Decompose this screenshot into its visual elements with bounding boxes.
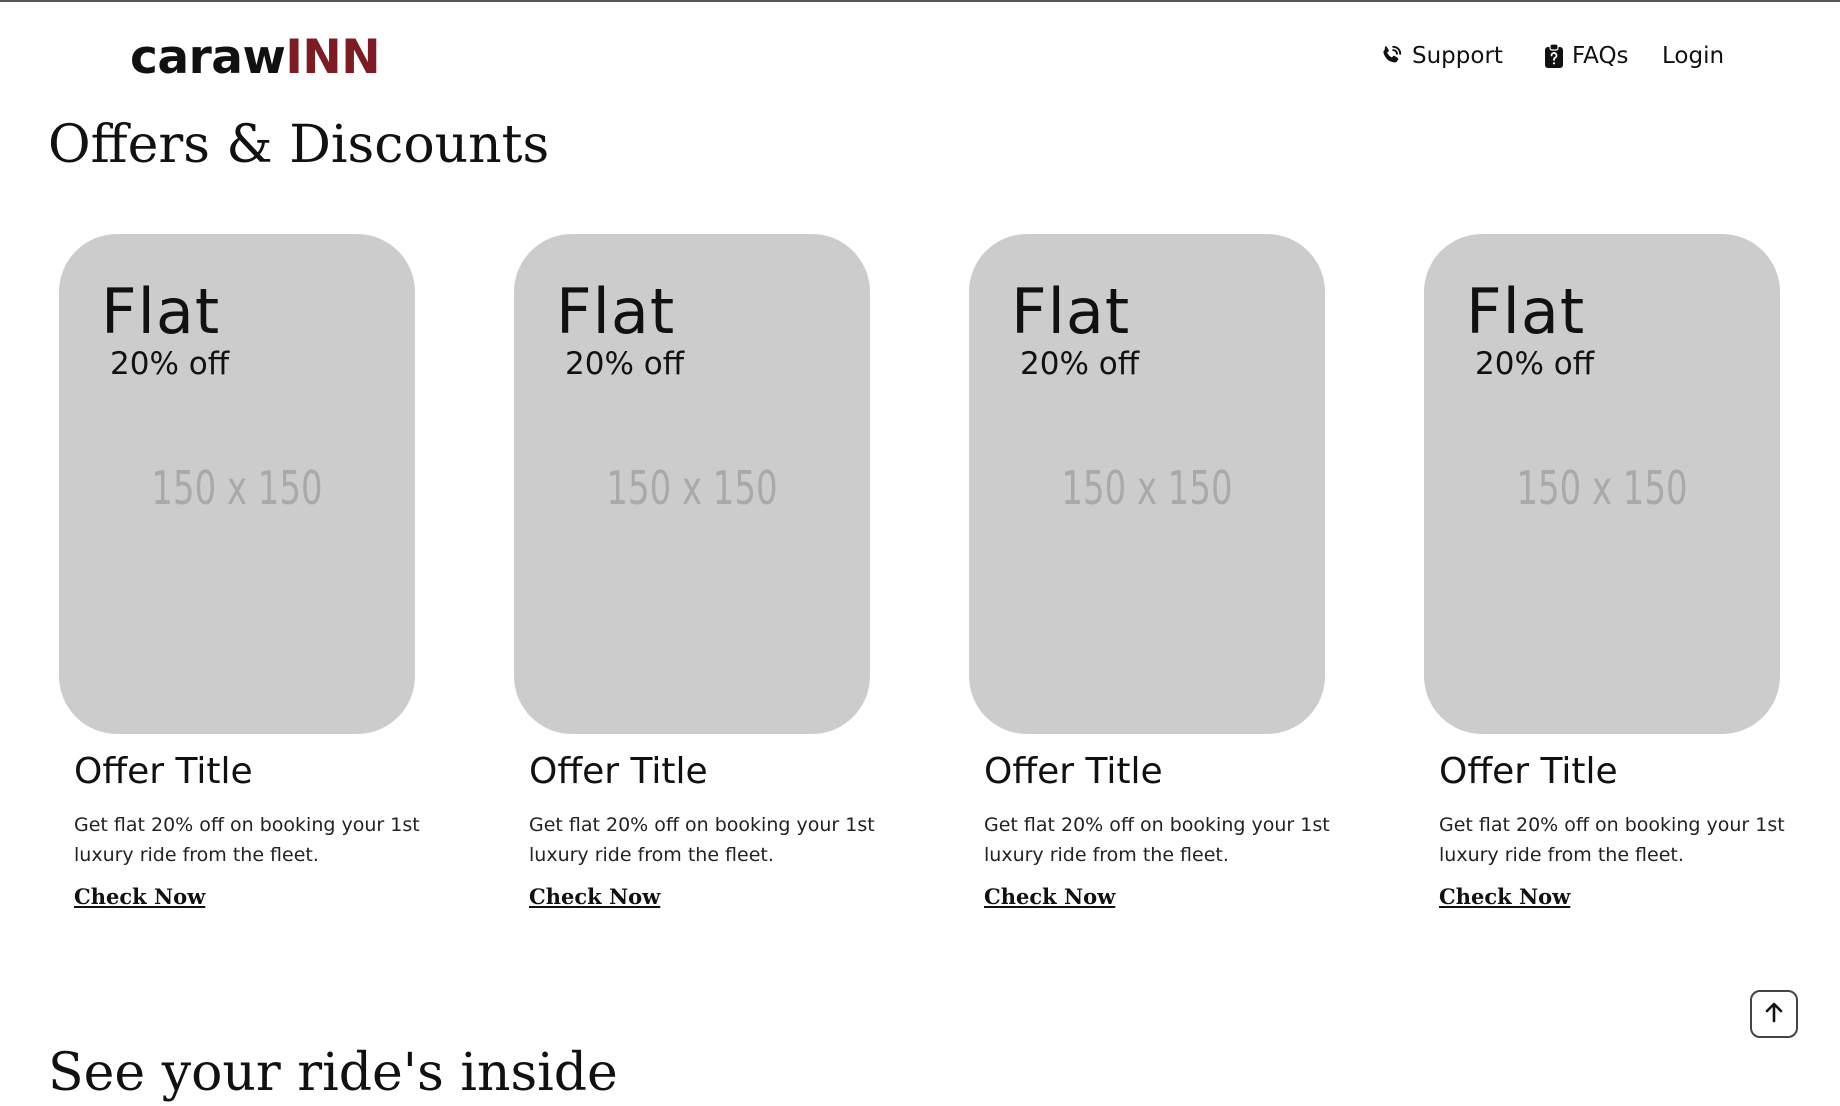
check-now-link[interactable]: Check Now (1439, 882, 1570, 912)
ride-section-title: See your ride's inside (48, 1043, 618, 1103)
nav-login-label: Login (1662, 43, 1725, 69)
check-now-link[interactable]: Check Now (984, 882, 1115, 912)
image-placeholder-text: 150 x 150 (1516, 461, 1688, 515)
offer-flat-text: Flat (1011, 275, 1131, 348)
offer-description: Get flat 20% off on booking your 1st lux… (984, 814, 1330, 866)
offer-title: Offer Title (74, 751, 253, 792)
offer-image[interactable]: Flat 20% off 150 x 150 (59, 234, 415, 734)
scroll-to-top-button[interactable] (1750, 990, 1798, 1038)
offer-flat-text: Flat (1466, 275, 1586, 348)
offers-section-title: Offers & Discounts (48, 115, 550, 175)
offer-flat-text: Flat (556, 275, 676, 348)
offer-description: Get flat 20% off on booking your 1st lux… (529, 814, 875, 866)
offer-percent: 20% off (110, 346, 230, 382)
top-border (0, 0, 1840, 2)
image-placeholder-text: 150 x 150 (151, 461, 323, 515)
nav-support-label: Support (1412, 43, 1503, 69)
offer-description: Get flat 20% off on booking your 1st lux… (1439, 814, 1785, 866)
nav-faqs[interactable]: FAQs (1544, 36, 1629, 76)
offer-flat-text: Flat (101, 275, 221, 348)
nav-support[interactable]: Support (1378, 36, 1503, 76)
offer-description: Get flat 20% off on booking your 1st lux… (74, 814, 420, 866)
check-now-link[interactable]: Check Now (74, 882, 205, 912)
offer-image[interactable]: Flat 20% off 150 x 150 (969, 234, 1325, 734)
brand-prefix: caraw (130, 30, 286, 85)
brand-logo[interactable]: carawINN (130, 28, 381, 88)
nav-faqs-label: FAQs (1572, 43, 1629, 69)
image-placeholder-text: 150 x 150 (606, 461, 778, 515)
check-now-link[interactable]: Check Now (529, 882, 660, 912)
offer-title: Offer Title (984, 751, 1163, 792)
brand-accent: INN (285, 30, 381, 85)
arrow-up-icon (1764, 1001, 1784, 1027)
offer-image[interactable]: Flat 20% off 150 x 150 (514, 234, 870, 734)
nav-login[interactable]: Login (1662, 36, 1724, 76)
offer-title: Offer Title (529, 751, 708, 792)
image-placeholder-text: 150 x 150 (1061, 461, 1233, 515)
offer-image[interactable]: Flat 20% off 150 x 150 (1424, 234, 1780, 734)
offer-percent: 20% off (1475, 346, 1595, 382)
clipboard-question-icon (1544, 43, 1564, 69)
phone-icon (1378, 43, 1404, 69)
offer-percent: 20% off (1020, 346, 1140, 382)
offer-title: Offer Title (1439, 751, 1618, 792)
offer-percent: 20% off (565, 346, 685, 382)
